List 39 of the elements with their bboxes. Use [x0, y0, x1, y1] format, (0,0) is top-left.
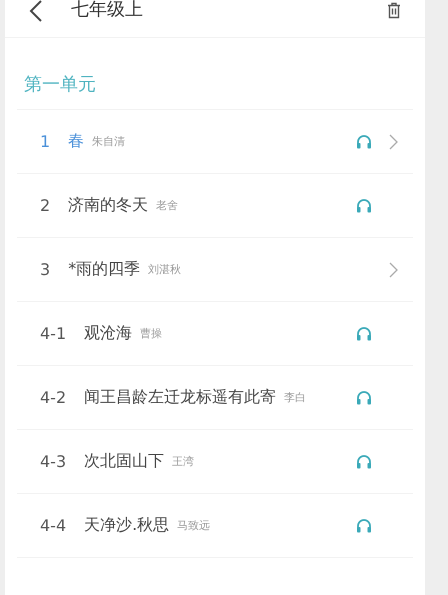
headphones-icon[interactable]: [356, 518, 372, 533]
lesson-number: 2: [40, 196, 50, 215]
lesson-title: 闻王昌龄左迁龙标遥有此寄: [84, 387, 276, 408]
chevron-right-icon[interactable]: [388, 134, 398, 150]
lesson-row[interactable]: 2 济南的冬天 老舍: [17, 174, 413, 238]
lesson-title: *雨的四季: [68, 259, 140, 280]
lesson-number: 4-4: [40, 516, 66, 535]
author-name: 刘湛秋: [148, 262, 182, 277]
headphones-icon[interactable]: [356, 454, 372, 469]
lesson-title: 次北固山下: [84, 451, 164, 472]
lesson-row[interactable]: 4-2 闻王昌龄左迁龙标遥有此寄 李白: [17, 366, 413, 430]
lesson-row[interactable]: 4-1 观沧海 曹操: [17, 302, 413, 366]
lesson-row[interactable]: 3 *雨的四季 刘湛秋: [17, 238, 413, 302]
headphones-icon[interactable]: [356, 198, 372, 213]
lesson-row[interactable]: 4-3 次北固山下 王湾: [17, 430, 413, 494]
lesson-title: 济南的冬天: [68, 195, 148, 216]
lesson-row[interactable]: 4-4 天净沙.秋思 马致远: [17, 494, 413, 558]
author-name: 王湾: [172, 454, 194, 469]
author-name: 李白: [284, 390, 306, 405]
lesson-number: 4-3: [40, 452, 66, 471]
chevron-right-icon[interactable]: [388, 262, 398, 278]
lesson-title: 天净沙.秋思: [84, 515, 170, 536]
author-name: 老舍: [156, 198, 178, 213]
headphones-icon[interactable]: [356, 390, 372, 405]
lesson-number: 4-1: [40, 324, 66, 343]
headphones-icon[interactable]: [356, 134, 372, 149]
back-icon[interactable]: [29, 0, 43, 22]
author-name: 朱自清: [92, 134, 126, 149]
lesson-number: 4-2: [40, 388, 66, 407]
headphones-icon[interactable]: [356, 326, 372, 341]
author-name: 马致远: [177, 518, 210, 533]
lesson-title: 春: [68, 131, 84, 152]
trash-icon[interactable]: [387, 2, 401, 19]
page-title: 七年级上: [71, 0, 143, 21]
lesson-title: 观沧海: [84, 323, 132, 344]
lesson-number: 3: [40, 260, 50, 279]
section-title: 第一单元: [23, 73, 97, 97]
lesson-number: 1: [40, 132, 50, 151]
author-name: 曹操: [140, 326, 162, 341]
